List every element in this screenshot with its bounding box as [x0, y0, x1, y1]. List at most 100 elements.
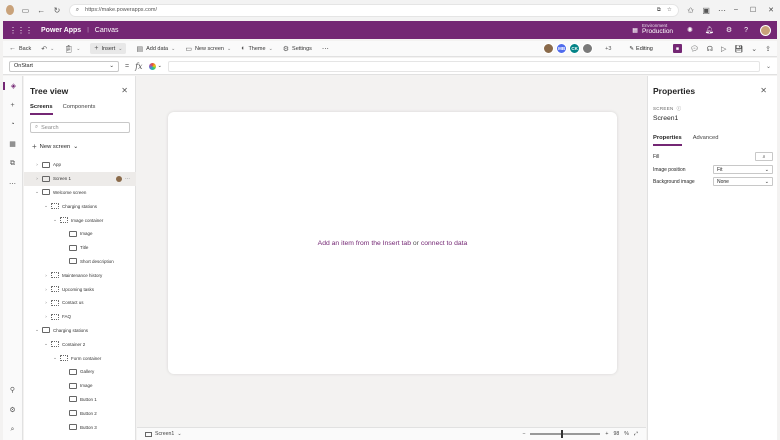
tree-node[interactable]: ⌄ Charging stations [24, 199, 136, 213]
tree-node[interactable]: Short description [24, 255, 136, 269]
address-bar[interactable]: ⌕ https://make.powerapps.com/ ⧉ ☆ [68, 3, 679, 17]
tree-search-input[interactable]: ⌕ Search [30, 122, 130, 133]
publish-icon[interactable]: ⇪ [765, 45, 771, 53]
notification-bell-icon[interactable]: 🔔︎ [705, 26, 714, 34]
browser-profile-avatar[interactable] [6, 5, 14, 15]
search-icon[interactable]: ⌕ [11, 426, 15, 434]
tree-node[interactable]: ⌄ Charging stations [24, 324, 136, 338]
maximize-icon[interactable]: ☐ [750, 6, 756, 14]
tree-node[interactable]: Image [24, 227, 136, 241]
insert-icon[interactable]: + [10, 102, 14, 109]
media-icon[interactable]: ▦ [9, 140, 16, 148]
app-launcher-icon[interactable]: ⋮⋮⋮ [9, 26, 33, 35]
tree-node[interactable]: Title [24, 241, 136, 255]
save-icon[interactable]: 💾︎ [734, 45, 743, 53]
tree-node[interactable]: › Upcoming tasks [24, 282, 136, 296]
play-icon[interactable]: ▷ [721, 45, 726, 53]
tab-components[interactable]: Components [63, 104, 96, 115]
debug-icon[interactable]: ⚲ [10, 386, 15, 394]
data-icon[interactable]: ◔ [10, 121, 14, 128]
settings-button[interactable]: ⚙ Settings [283, 45, 312, 53]
tab-properties[interactable]: Properties [653, 135, 682, 146]
info-icon[interactable]: ⓘ [677, 106, 682, 112]
close-icon[interactable]: ✕ [121, 86, 128, 95]
tree-node[interactable]: ⌄ Form container [24, 351, 136, 365]
expand-chevron-icon[interactable]: ⌄ [766, 63, 771, 70]
new-screen-button[interactable]: ▭ New screen ⌄ [185, 45, 231, 53]
zoom-slider[interactable] [530, 430, 601, 438]
tree-node[interactable]: Button 2 [24, 406, 136, 420]
expand-chevron-icon[interactable]: › [43, 287, 49, 292]
formula-input[interactable] [167, 60, 760, 72]
tree-node[interactable]: › Maintenance history [24, 268, 136, 282]
tree-node[interactable]: › Contact us [24, 296, 136, 310]
tree-view-icon[interactable]: ◈ [3, 82, 22, 90]
settings-gear-icon[interactable]: ⚙ [9, 406, 15, 414]
theme-button[interactable]: ◐ Theme ⌄ [241, 45, 273, 52]
collaborator-avatar[interactable]: MB [556, 43, 568, 54]
new-screen-tree-button[interactable]: + New screen ⌄ [32, 142, 78, 151]
fit-to-screen-icon[interactable]: ⤢ [634, 431, 638, 438]
more-icon[interactable]: ⋯ [9, 180, 16, 188]
components-icon[interactable]: ⧉ [10, 160, 15, 168]
background-image-dropdown[interactable]: None ⌄ [713, 177, 773, 186]
expand-chevron-icon[interactable]: › [34, 176, 40, 181]
color-picker-button[interactable]: ⌄ [148, 62, 162, 70]
help-icon[interactable]: ? [744, 27, 748, 34]
insert-tab-link[interactable]: Add an item from the Insert tab [318, 240, 411, 247]
back-button[interactable]: ← Back [9, 45, 31, 52]
close-icon[interactable]: ✕ [760, 86, 767, 95]
fill-color-picker[interactable]: ⌕ [755, 152, 773, 161]
copilot-icon[interactable]: ✺ [687, 26, 693, 34]
image-position-dropdown[interactable]: Fit ⌄ [713, 165, 773, 174]
editing-mode-button[interactable]: ✎ Editing [629, 46, 652, 52]
expand-chevron-icon[interactable]: ⌄ [34, 189, 40, 195]
expand-chevron-icon[interactable]: › [34, 162, 40, 167]
expand-chevron-icon[interactable]: ⌄ [52, 217, 58, 223]
screen-panel-icon[interactable]: ■ [672, 44, 682, 53]
favorites-icon[interactable]: ✩ [687, 5, 695, 15]
tree-node[interactable]: Gallery [24, 365, 136, 379]
expand-chevron-icon[interactable]: ⌄ [52, 355, 58, 361]
expand-chevron-icon[interactable]: › [43, 273, 49, 278]
insert-button[interactable]: + Insert ⌄ [90, 43, 127, 54]
screen-canvas[interactable]: Add an item from the Insert tab or conne… [168, 112, 617, 374]
tree-node[interactable]: › Screen 1 ⋯ [24, 171, 136, 186]
settings-gear-icon[interactable]: ⚙ [726, 26, 732, 34]
property-dropdown[interactable]: OnStart ⌄ [9, 60, 119, 72]
refresh-icon[interactable]: ↻ [53, 5, 61, 15]
collections-icon[interactable]: ▣ [702, 5, 710, 15]
tree-node[interactable]: › App [24, 158, 136, 172]
expand-chevron-icon[interactable]: ⌄ [34, 327, 40, 333]
window-close-icon[interactable]: ✕ [768, 6, 774, 14]
expand-chevron-icon[interactable]: ⌄ [43, 203, 49, 209]
more-icon[interactable]: ⋯ [125, 176, 130, 182]
tab-screens[interactable]: Screens [30, 104, 53, 115]
minimize-icon[interactable]: – [734, 6, 738, 14]
undo-button[interactable]: ↶ ⌄ [41, 45, 54, 53]
collaborator-avatar[interactable] [543, 43, 555, 54]
tree-node[interactable]: Image [24, 379, 136, 393]
environment-picker[interactable]: ▦ Environment Production [632, 24, 673, 36]
more-icon[interactable]: ⋯ [718, 5, 726, 15]
favorite-star-icon[interactable]: ☆ [667, 7, 672, 14]
collaborator-avatar[interactable]: CK [569, 43, 581, 54]
connect-data-link[interactable]: connect to data [421, 240, 467, 247]
tree-node[interactable]: ⌄ Welcome screen [24, 186, 136, 200]
chevron-down-icon[interactable]: ⌄ [751, 45, 757, 53]
app-checker-icon[interactable]: ☊ [707, 45, 713, 53]
zoom-out-button[interactable]: − [522, 431, 525, 437]
more-commands-button[interactable]: ⋯ [322, 45, 329, 53]
tree-node[interactable]: ⌄ Image container [24, 213, 136, 227]
comments-icon[interactable]: 💬︎ [690, 45, 699, 53]
tree-node[interactable]: Button 3 [24, 420, 136, 434]
tabs-icon[interactable]: ▭ [22, 5, 30, 15]
user-avatar[interactable] [760, 24, 771, 36]
zoom-slider-knob[interactable] [561, 430, 564, 438]
more-collaborators-count[interactable]: +3 [605, 46, 611, 52]
collaborators[interactable]: MB CK [543, 43, 594, 54]
app-title[interactable]: Power Apps [41, 27, 81, 34]
extension-icon[interactable]: ⧉ [657, 7, 661, 14]
tree-node[interactable]: Button 1 [24, 393, 136, 407]
add-data-button[interactable]: ▤ Add data ⌄ [136, 45, 175, 53]
